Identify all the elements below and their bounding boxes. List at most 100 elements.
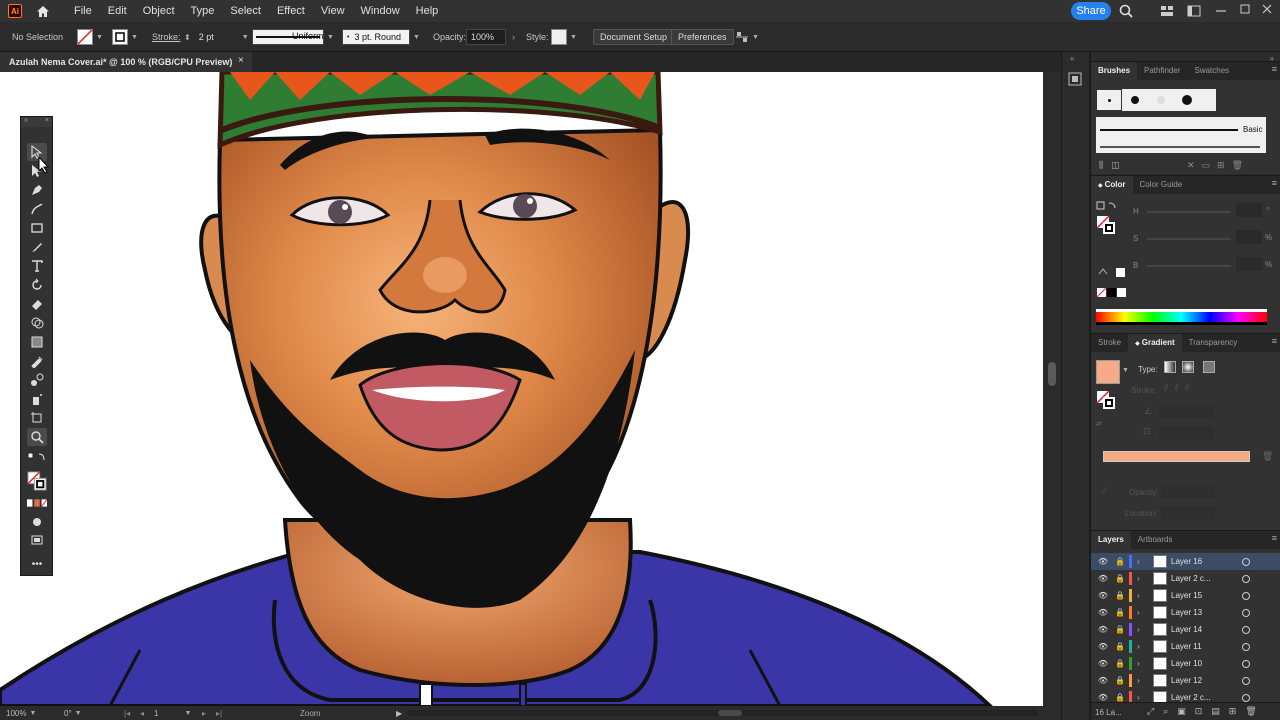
arrange-icon[interactable]: ▼ [735,22,759,52]
menu-file[interactable]: File [66,0,100,22]
lock-icon[interactable]: 🔒 [1115,557,1125,566]
default-colors[interactable] [27,451,47,465]
menu-help[interactable]: Help [408,0,447,22]
close-window-icon[interactable] [1260,2,1274,16]
basic-brush-stroke[interactable]: Basic [1096,117,1266,153]
next-artboard-icon[interactable]: ▸ [202,707,206,719]
layer-target-icon[interactable] [1242,693,1250,702]
layer-target-icon[interactable] [1242,608,1250,617]
tab-stroke[interactable]: Stroke [1091,334,1128,352]
radial-gradient-button[interactable] [1182,361,1194,373]
chevron-down-icon[interactable]: ▼ [752,34,759,41]
layer-row[interactable]: 👁 🔒 › Layer 16 [1091,553,1280,570]
layer-target-icon[interactable] [1242,642,1250,651]
artboard-canvas[interactable] [0,72,1043,706]
layer-name[interactable]: Layer 2 c... [1171,693,1211,702]
saturation-field[interactable] [1236,230,1262,244]
angle-field[interactable] [1159,405,1213,418]
layer-row[interactable]: 👁 🔒 › Layer 14 [1091,621,1280,638]
lock-icon[interactable]: 🔒 [1115,676,1125,685]
brush-panel-footer-icons[interactable]: ⫼◫ [1099,160,1128,171]
menu-window[interactable]: Window [353,0,408,22]
tab-layers[interactable]: Layers [1091,531,1131,549]
brightness-field[interactable] [1236,257,1262,271]
visibility-eye-icon[interactable]: 👁 [1097,608,1109,617]
layer-target-icon[interactable] [1242,591,1250,600]
visibility-eye-icon[interactable]: 👁 [1097,676,1109,685]
tab-gradient[interactable]: ◆ Gradient [1128,333,1182,353]
lock-icon[interactable]: 🔒 [1115,625,1125,634]
rotate-view-field[interactable]: 0° ▼ [64,707,82,719]
gradient-fill-stroke-icon[interactable] [1096,390,1118,412]
layer-actions[interactable]: ⤢⌕▣⊡▤⊞🗑 [1147,706,1266,717]
eyedropper-tool[interactable] [27,352,47,370]
visibility-eye-icon[interactable]: 👁 [1097,642,1109,651]
layer-row[interactable]: 👁 🔒 › Layer 11 [1091,638,1280,655]
chevron-down-icon[interactable]: ▼ [29,710,36,717]
gradient-tool[interactable] [27,333,47,351]
type-tool[interactable] [27,257,47,275]
visibility-eye-icon[interactable]: 👁 [1097,625,1109,634]
hue-field[interactable] [1236,203,1262,217]
gradient-swatch-menu-icon[interactable]: ▼ [1122,367,1129,374]
minimize-icon[interactable] [1214,7,1228,15]
layer-target-icon[interactable] [1242,625,1250,634]
fill-stroke-swatch[interactable] [27,469,47,493]
expand-layer-icon[interactable]: › [1137,659,1140,668]
brightness-slider[interactable] [1147,265,1231,267]
layer-target-icon[interactable] [1242,557,1250,566]
menu-effect[interactable]: Effect [269,0,313,22]
lock-icon[interactable]: 🔒 [1115,659,1125,668]
stroke-weight-field[interactable]: 2 pt [194,29,239,45]
tab-artboards[interactable]: Artboards [1131,531,1180,549]
pen-tool[interactable] [27,181,47,199]
stroke-swatch[interactable]: ▼ [112,22,138,52]
layer-name[interactable]: Layer 16 [1171,557,1202,566]
panel-menu-icon[interactable]: ≡ [1272,178,1277,188]
close-tab-icon[interactable]: × [238,55,244,66]
layer-name[interactable]: Layer 2 c... [1171,574,1211,583]
gradient-location-field[interactable] [1161,506,1215,519]
gradient-eyedropper-icon[interactable]: ⟋ [1101,486,1108,497]
home-icon[interactable] [34,2,52,20]
share-button[interactable]: Share [1071,2,1111,20]
visibility-eye-icon[interactable]: 👁 [1097,591,1109,600]
document-tab[interactable]: Azulah Nema Cover.ai* @ 100 % (RGB/CPU P… [0,52,252,72]
symbol-sprayer-tool[interactable] [27,390,47,408]
stroke-label[interactable]: Stroke: [152,22,181,52]
delete-stop-icon[interactable]: 🗑 [1262,451,1273,462]
expand-layer-icon[interactable]: › [1137,693,1140,702]
layer-name[interactable]: Layer 13 [1171,608,1202,617]
menu-select[interactable]: Select [222,0,269,22]
opacity-field[interactable]: 100% [466,29,506,45]
lock-icon[interactable]: 🔒 [1115,608,1125,617]
linear-gradient-button[interactable] [1164,361,1176,373]
tab-brushes[interactable]: Brushes [1091,62,1138,80]
horizontal-scrollbar[interactable] [408,710,1038,716]
tab-pathfinder[interactable]: Pathfinder [1137,62,1187,80]
restore-icon[interactable] [1238,2,1252,16]
shape-builder-tool[interactable] [27,314,47,332]
lock-icon[interactable]: 🔒 [1115,693,1125,702]
tab-color-guide[interactable]: Color Guide [1133,176,1190,194]
layer-row[interactable]: 👁 🔒 › Layer 13 [1091,604,1280,621]
layer-row[interactable]: 👁 🔒 › Layer 12 [1091,672,1280,689]
expand-layer-icon[interactable]: › [1137,557,1140,566]
edit-toolbar-button[interactable]: ••• [27,555,47,573]
color-spectrum[interactable] [1096,309,1267,325]
layer-row[interactable]: 👁 🔒 › Layer 2 c... [1091,570,1280,587]
panel-menu-icon[interactable]: ≡ [1272,64,1277,74]
color-quick-swatches[interactable] [1096,266,1128,300]
layer-name[interactable]: Layer 14 [1171,625,1202,634]
brush-preset-large[interactable] [1174,89,1200,111]
tab-transparency[interactable]: Transparency [1182,334,1245,352]
menu-type[interactable]: Type [183,0,223,22]
style-swatch[interactable] [551,29,567,45]
artboard-tool[interactable] [27,409,47,427]
reverse-gradient-icon[interactable]: ⇄ [1096,420,1102,428]
expand-layer-icon[interactable]: › [1137,676,1140,685]
blend-tool[interactable] [27,371,47,389]
chevron-down-icon[interactable]: ▼ [75,710,82,717]
curvature-tool[interactable] [27,200,47,218]
layer-target-icon[interactable] [1242,676,1250,685]
